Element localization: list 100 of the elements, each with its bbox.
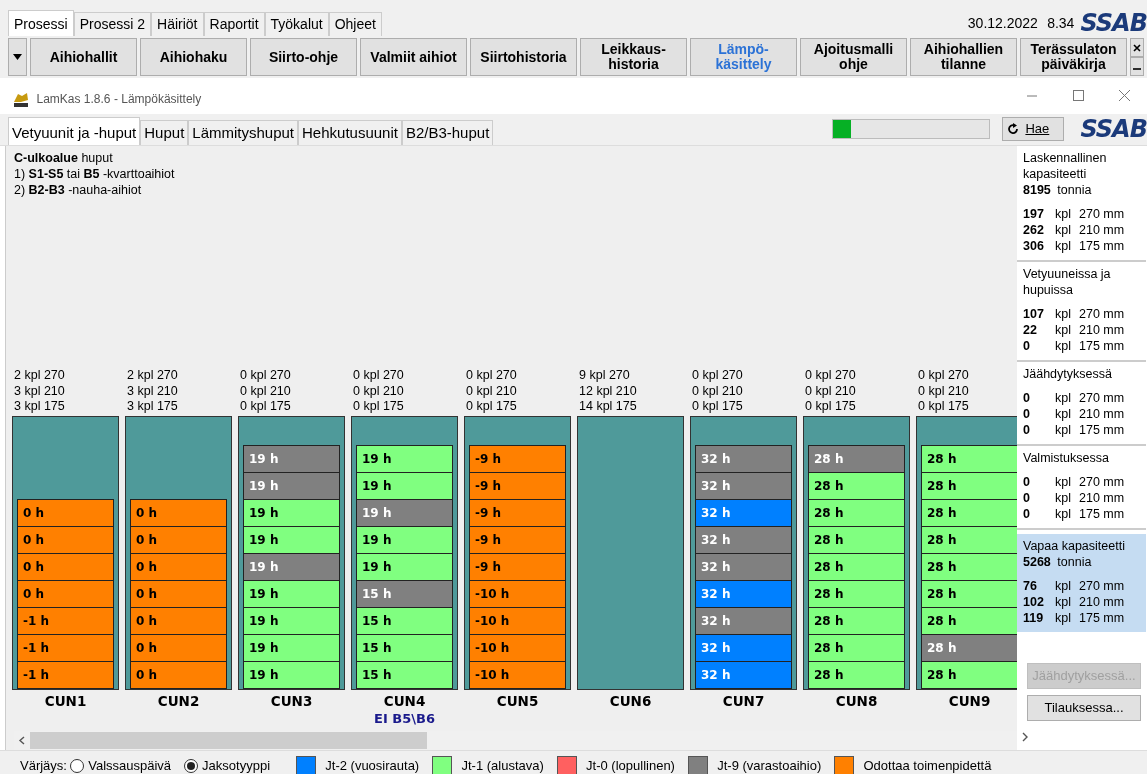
count-text: 0 kpl 175 xyxy=(240,399,292,415)
total-unit: tonnia xyxy=(1057,182,1092,198)
count-text: 0 kpl 270 xyxy=(805,368,857,384)
info-line: 1) S1-S5 tai B5 -kvarttoaihiot xyxy=(14,166,176,182)
close-button[interactable] xyxy=(1130,38,1144,57)
toolbar-button[interactable]: Aihiohallit xyxy=(30,38,137,76)
slot-cell: 19 h xyxy=(243,661,340,689)
unit-text: kpl xyxy=(1055,578,1072,594)
menu-tab[interactable]: Häiriöt xyxy=(151,12,204,36)
slot-cell: 28 h xyxy=(921,499,1017,527)
close-icon xyxy=(1117,90,1131,102)
slot-cell: 28 h xyxy=(808,634,905,662)
menu-tab[interactable]: Prosessi 2 xyxy=(73,12,152,36)
radio-option[interactable]: Jaksotyyppi xyxy=(184,755,270,774)
furnace-label: CUN3 xyxy=(270,692,313,710)
legend-label: Odottaa toimenpidettä xyxy=(863,756,992,774)
action-button[interactable]: Tilauksessa... xyxy=(1027,694,1141,721)
slot-cell: -9 h xyxy=(469,499,566,527)
count-text: 0 kpl 270 xyxy=(353,368,405,384)
size-text: 210 mm xyxy=(1079,490,1126,506)
toolbar-button[interactable]: Aihiohallien tilanne xyxy=(910,38,1017,76)
count-value: 306 xyxy=(1023,238,1045,254)
slot-cell: -10 h xyxy=(469,607,566,635)
view-tab[interactable]: Hehkutusuunit xyxy=(298,120,402,145)
slot-cell: 28 h xyxy=(808,499,905,527)
unit-text: kpl xyxy=(1055,306,1072,322)
count-value: 0 xyxy=(1023,390,1031,406)
maximize-icon xyxy=(1071,90,1085,102)
unit-text: kpl xyxy=(1055,506,1072,522)
slot-cell: 0 h xyxy=(130,661,227,689)
count-text: 9 kpl 270 xyxy=(579,368,631,384)
count-value: 119 xyxy=(1023,610,1045,626)
slot-cell: 0 h xyxy=(130,634,227,662)
section-title: Jäähdytyksessä xyxy=(1023,366,1113,382)
furnace-label: CUN8 xyxy=(835,692,878,710)
dropdown-button[interactable] xyxy=(8,38,27,76)
time-text: 8.34 xyxy=(1047,13,1075,33)
view-tab[interactable]: Lämmityshuput xyxy=(188,120,298,145)
slot-cell: 0 h xyxy=(130,607,227,635)
toolbar-button[interactable]: Aihiohaku xyxy=(140,38,247,76)
toolbar-button[interactable]: Valmiit aihiot xyxy=(360,38,467,76)
toolbar-button[interactable]: Siirtohistoria xyxy=(470,38,577,76)
count-text: 0 kpl 210 xyxy=(805,383,857,399)
toolbar-button[interactable]: Leikkaus-historia xyxy=(580,38,687,76)
slot-cell: 0 h xyxy=(17,553,114,581)
total-value: 5268 xyxy=(1023,554,1051,570)
slot-cell: 19 h xyxy=(356,553,453,581)
minimize-button[interactable] xyxy=(1130,57,1144,76)
unit-text: kpl xyxy=(1055,338,1072,354)
slot-cell: 32 h xyxy=(695,634,792,662)
radio-option[interactable]: Valssauspäivä xyxy=(70,755,172,774)
slot-cell: 19 h xyxy=(356,499,453,527)
view-tab[interactable]: B2/B3-huput xyxy=(401,120,494,145)
count-text: 0 kpl 210 xyxy=(918,383,970,399)
menu-tab[interactable]: Prosessi xyxy=(8,10,74,36)
slot-cell: -9 h xyxy=(469,445,566,473)
toolbar-button[interactable]: Ajoitusmalli ohje xyxy=(800,38,907,76)
view-tab[interactable]: Huput xyxy=(140,120,189,145)
count-text: 3 kpl 175 xyxy=(127,399,179,415)
close-icon xyxy=(1133,43,1141,52)
section-title: Vetyuuneissa ja hupuissa xyxy=(1023,266,1112,298)
toolbar-button[interactable]: Terässulaton päiväkirja xyxy=(1020,38,1127,76)
unit-text: kpl xyxy=(1055,422,1072,438)
furnace-label: CUN4 xyxy=(383,692,426,710)
slot-cell: 28 h xyxy=(808,526,905,554)
count-value: 0 xyxy=(1023,422,1031,438)
logo: SSAB xyxy=(1080,115,1147,142)
menu-tab[interactable]: Työkalut xyxy=(264,12,329,36)
count-text: 2 kpl 270 xyxy=(14,368,66,384)
size-text: 210 mm xyxy=(1079,406,1126,422)
slot-cell: 19 h xyxy=(243,634,340,662)
count-value: 0 xyxy=(1023,474,1031,490)
count-text: 0 kpl 270 xyxy=(240,368,292,384)
count-value: 76 xyxy=(1023,578,1038,594)
menu-tab[interactable]: Raportit xyxy=(203,12,265,36)
slot-cell: 0 h xyxy=(130,499,227,527)
slot-cell: 32 h xyxy=(695,472,792,500)
count-value: 107 xyxy=(1023,306,1045,322)
unit-text: kpl xyxy=(1055,474,1072,490)
furnace-label: CUN1 xyxy=(44,692,87,710)
toolbar-button[interactable]: Lämpö-käsittely xyxy=(690,38,797,76)
unit-text: kpl xyxy=(1055,594,1072,610)
scroll-thumb[interactable] xyxy=(30,732,427,749)
logo: SSAB xyxy=(1080,10,1147,36)
count-text: 0 kpl 175 xyxy=(805,399,857,415)
slot-cell: 32 h xyxy=(695,499,792,527)
slot-cell: 19 h xyxy=(356,526,453,554)
refresh-button[interactable]: Hae xyxy=(1002,116,1065,141)
menu-tab[interactable]: Ohjeet xyxy=(328,12,382,36)
total-value: 8195 xyxy=(1023,182,1051,198)
slot-cell: 32 h xyxy=(695,661,792,689)
furnace-label: CUN7 xyxy=(722,692,765,710)
view-tab[interactable]: Vetyuunit ja -huput xyxy=(8,117,141,145)
slot-cell: 0 h xyxy=(130,553,227,581)
count-text: 0 kpl 175 xyxy=(692,399,744,415)
toolbar-button[interactable]: Siirto-ohje xyxy=(250,38,357,76)
slot-cell: 28 h xyxy=(921,553,1017,581)
slot-cell: 28 h xyxy=(921,580,1017,608)
size-text: 270 mm xyxy=(1079,578,1126,594)
refresh-icon xyxy=(1007,122,1020,135)
